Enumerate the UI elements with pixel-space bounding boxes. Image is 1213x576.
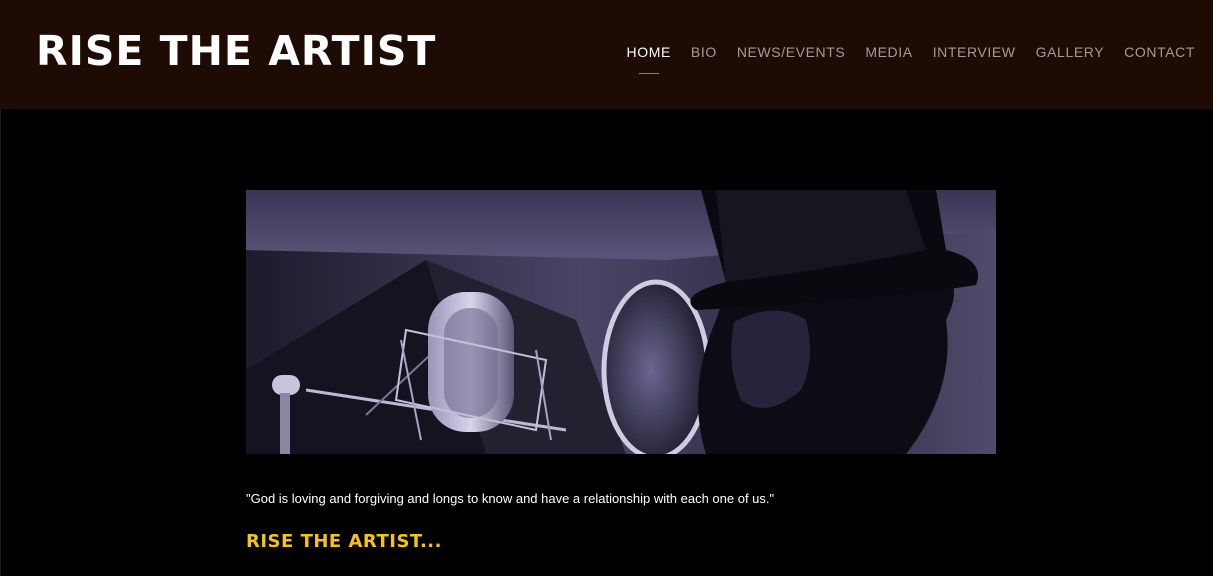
nav-item-media[interactable]: MEDIA — [855, 43, 922, 61]
hero-photo — [246, 190, 996, 454]
nav-item-contact[interactable]: CONTACT — [1114, 43, 1205, 61]
site-title[interactable]: RISE THE ARTIST — [36, 26, 436, 76]
page-left-edge — [0, 109, 1, 576]
site-header: RISE THE ARTIST HOME BIO NEWS/EVENTS MED… — [0, 0, 1213, 109]
nav-item-home[interactable]: HOME — [617, 43, 681, 61]
nav-item-gallery[interactable]: GALLERY — [1026, 43, 1115, 61]
nav-item-bio[interactable]: BIO — [681, 43, 727, 61]
tagline-heading: RISE THE ARTIST... — [246, 531, 442, 552]
nav-item-news-events[interactable]: NEWS/EVENTS — [727, 43, 856, 61]
nav-item-interview[interactable]: INTERVIEW — [923, 43, 1026, 61]
quote-text: "God is loving and forgiving and longs t… — [246, 491, 775, 506]
hero-image — [246, 190, 996, 454]
main-nav: HOME BIO NEWS/EVENTS MEDIA INTERVIEW GAL… — [617, 43, 1206, 61]
